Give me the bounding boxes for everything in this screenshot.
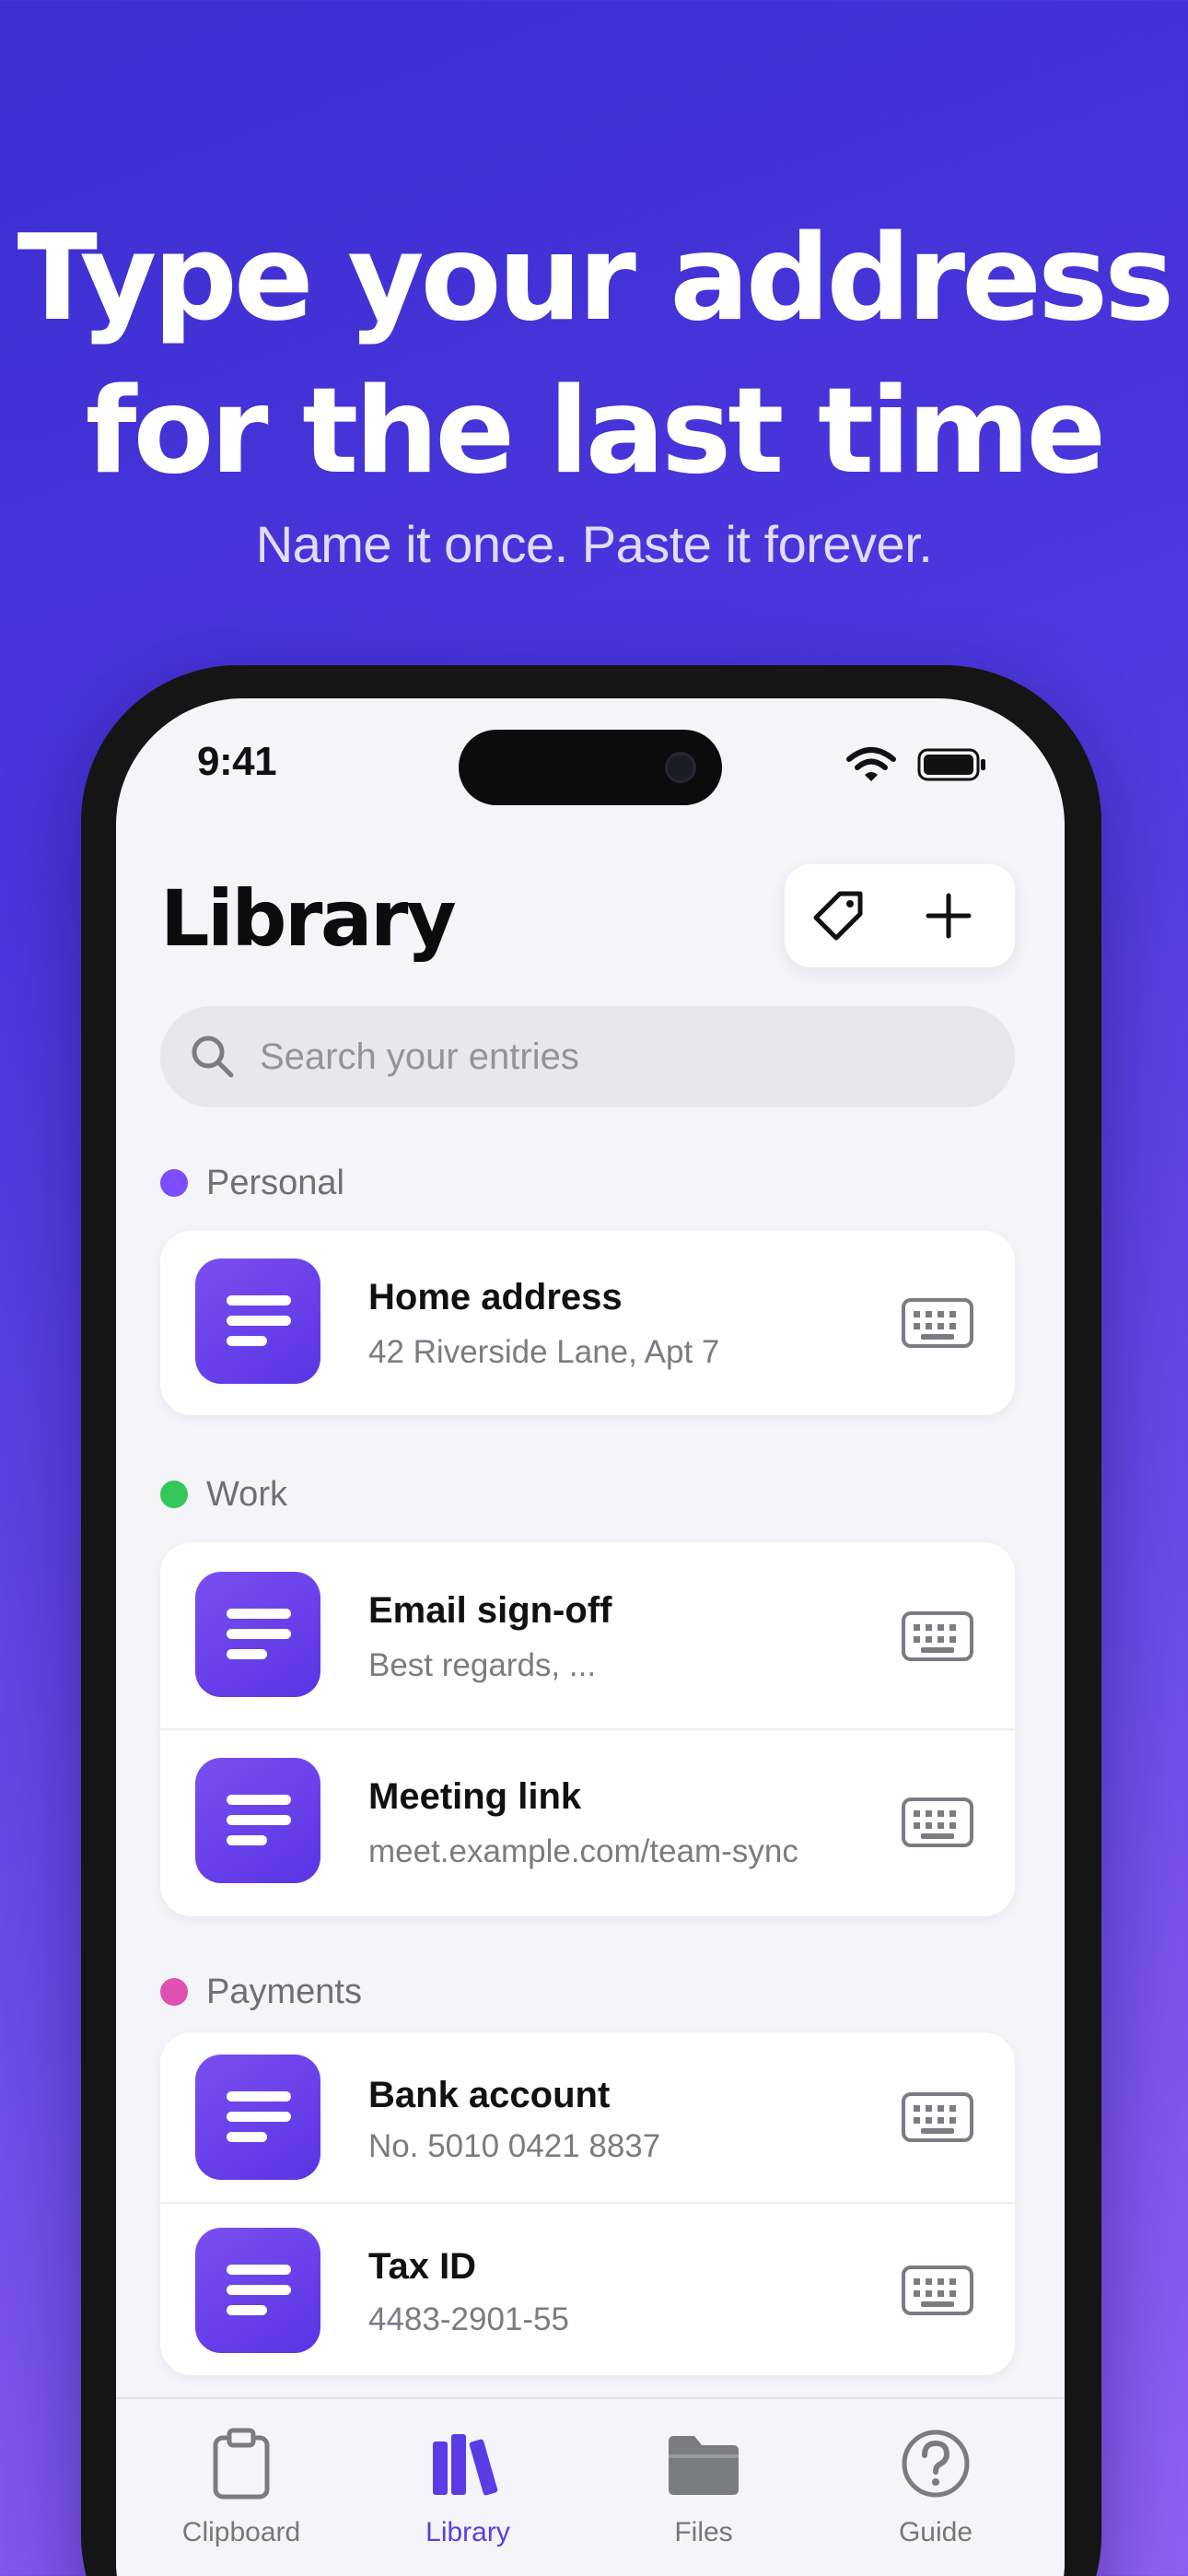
tab-clipboard[interactable]: Clipboard xyxy=(149,2399,333,2576)
question-circle-icon xyxy=(902,2430,970,2498)
tab-label: Guide xyxy=(898,2517,973,2547)
text-entry-icon xyxy=(195,1758,320,1883)
text-entry-icon xyxy=(195,1259,320,1384)
keyboard-icon[interactable] xyxy=(901,1295,974,1351)
section-header-payments: Payments xyxy=(160,1964,362,2020)
tab-label: Clipboard xyxy=(181,2517,301,2547)
list-item[interactable]: Meeting link meet.example.com/team-sync xyxy=(160,1730,1015,1916)
add-entry-button[interactable] xyxy=(919,886,978,945)
clipboard-icon xyxy=(213,2428,270,2500)
section-header-work: Work xyxy=(160,1467,287,1522)
entry-title: Home address xyxy=(368,1277,623,1317)
keyboard-icon[interactable] xyxy=(901,2090,974,2145)
front-camera xyxy=(665,752,696,783)
tab-label: Files xyxy=(674,2517,733,2547)
books-icon xyxy=(433,2434,498,2496)
text-entry-icon xyxy=(195,2228,320,2353)
text-entry-icon xyxy=(195,2055,320,2180)
folder-icon xyxy=(669,2436,739,2495)
search-bar[interactable] xyxy=(160,1006,1015,1107)
tab-library[interactable]: Library xyxy=(376,2399,560,2576)
list-item[interactable]: Email sign-off Best regards, ... xyxy=(160,1542,1015,1728)
phone-screen: 9:41 Library Personal xyxy=(116,698,1065,2576)
keyboard-icon[interactable] xyxy=(901,1609,974,1664)
search-icon xyxy=(192,1036,234,1078)
section-dot-personal xyxy=(160,1169,188,1197)
hero-headline-line-2: for the last time xyxy=(85,363,1106,500)
section-card-personal: Home address 42 Riverside Lane, Apt 7 xyxy=(160,1231,1015,1415)
header-actions xyxy=(785,864,1015,967)
dynamic-island xyxy=(459,730,722,805)
section-dot-work xyxy=(160,1481,188,1508)
section-card-payments: Bank account No. 5010 0421 8837 Tax ID 4… xyxy=(160,2032,1015,2375)
entry-title: Tax ID xyxy=(368,2246,477,2287)
entry-subtitle: 4483-2901-55 xyxy=(368,2301,569,2337)
section-card-work: Email sign-off Best regards, ... Meeting… xyxy=(160,1542,1015,1916)
entry-title: Email sign-off xyxy=(368,1590,612,1631)
entry-subtitle: 42 Riverside Lane, Apt 7 xyxy=(368,1334,720,1370)
list-item[interactable]: Home address 42 Riverside Lane, Apt 7 xyxy=(160,1231,1015,1415)
wifi-icon xyxy=(846,747,896,781)
hero-headline-line-1: Type your address xyxy=(17,210,1175,347)
tab-guide[interactable]: Guide xyxy=(844,2399,1028,2576)
section-dot-payments xyxy=(160,1978,188,2006)
section-header-personal: Personal xyxy=(160,1155,344,1211)
text-entry-icon xyxy=(195,1572,320,1697)
entry-subtitle: Best regards, ... xyxy=(368,1647,597,1683)
tab-files[interactable]: Files xyxy=(611,2399,796,2576)
tab-label: Library xyxy=(425,2517,510,2547)
search-input[interactable] xyxy=(260,1006,978,1107)
entry-subtitle: meet.example.com/team-sync xyxy=(368,1833,798,1869)
entry-title: Meeting link xyxy=(368,1776,582,1817)
list-item[interactable]: Bank account No. 5010 0421 8837 xyxy=(160,2032,1015,2202)
entry-title: Bank account xyxy=(368,2075,611,2115)
section-label: Payments xyxy=(206,1972,362,2011)
entry-subtitle: No. 5010 0421 8837 xyxy=(368,2128,661,2164)
hero-subheadline: Name it once. Paste it forever. xyxy=(255,515,933,573)
section-label: Work xyxy=(206,1474,287,1514)
list-item[interactable]: Tax ID 4483-2901-55 xyxy=(160,2204,1015,2375)
battery-icon xyxy=(917,748,985,781)
section-label: Personal xyxy=(206,1163,344,1202)
status-time: 9:41 xyxy=(197,739,277,784)
tab-bar: Clipboard Library Files Guide xyxy=(116,2397,1065,2576)
keyboard-icon[interactable] xyxy=(901,1795,974,1850)
page-title: Library xyxy=(160,873,457,964)
keyboard-icon[interactable] xyxy=(901,2263,974,2318)
hero-headline: Type your address for the last time xyxy=(0,203,1188,509)
tag-icon[interactable] xyxy=(809,886,868,945)
